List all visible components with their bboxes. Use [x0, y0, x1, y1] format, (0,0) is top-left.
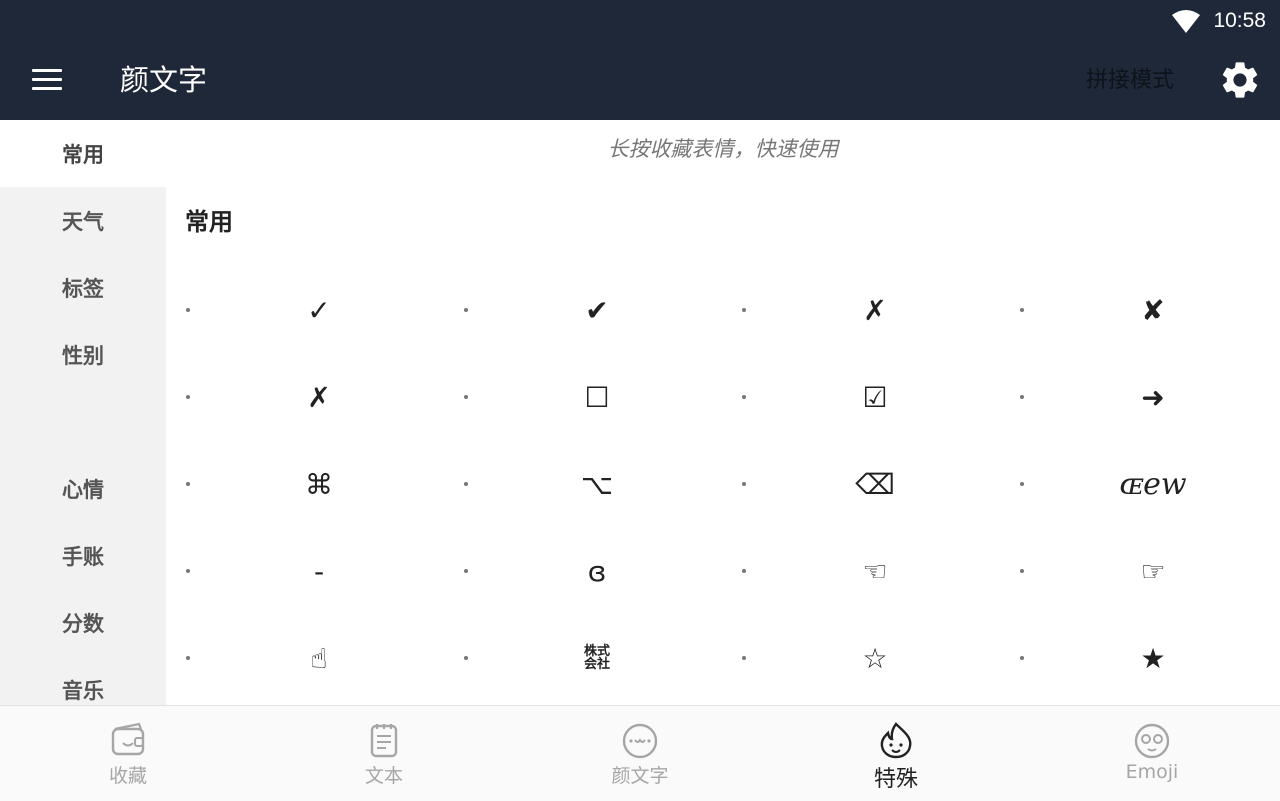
bullet-dot [1020, 482, 1024, 486]
section-title: 常用 [185, 208, 233, 236]
settings-button[interactable] [1218, 58, 1262, 102]
symbol-cell[interactable]: ✘ [1123, 280, 1183, 340]
bullet-dot [1020, 569, 1024, 573]
bullet-dot [1020, 395, 1024, 399]
page-title: 颜文字 [120, 63, 208, 97]
symbol-cell[interactable]: ⌫ [845, 454, 905, 514]
symbol-cell[interactable]: ☜ [845, 541, 905, 601]
bullet-dot [464, 656, 468, 660]
bullet-dot [742, 395, 746, 399]
bullet-dot [742, 482, 746, 486]
symbol-cell[interactable]: ★ [1123, 628, 1183, 688]
symbol-cell[interactable]: ☐ [567, 367, 627, 427]
sidebar-item-mood[interactable]: 心情 [0, 455, 166, 522]
symbol-cell[interactable]: ☝ [289, 628, 349, 688]
bottom-navigation: 收藏 文本 颜文字 特殊 Emoji [0, 705, 1280, 801]
gear-icon [1222, 62, 1258, 98]
bullet-dot [464, 308, 468, 312]
tab-label: 文本 [364, 765, 403, 787]
symbol-cell[interactable]: ➜ [1123, 367, 1183, 427]
tab-emoji[interactable]: Emoji [1024, 706, 1280, 801]
sidebar-item-tags[interactable]: 标签 [0, 254, 166, 321]
app-bar: 10:58 颜文字 拼接模式 [0, 0, 1280, 120]
symbol-cell[interactable]: ⌥ [567, 454, 627, 514]
symbol-cell[interactable]: ✔ [567, 280, 627, 340]
bullet-dot [464, 569, 468, 573]
hamburger-icon [32, 69, 62, 91]
tab-label: 特殊 [873, 767, 918, 792]
symbol-cell[interactable]: ɞ [567, 541, 627, 601]
tab-kaomoji[interactable]: 颜文字 [512, 706, 768, 801]
bullet-dot [464, 482, 468, 486]
symbol-cell[interactable]: ✗ [289, 367, 349, 427]
tab-label: 颜文字 [611, 765, 669, 787]
symbol-cell[interactable]: ✓ [289, 280, 349, 340]
bullet-dot [186, 395, 190, 399]
symbol-cell[interactable]: ☑ [845, 367, 905, 427]
sidebar-item-music[interactable]: 音乐 [0, 656, 166, 705]
tab-favorites[interactable]: 收藏 [0, 706, 256, 801]
sidebar-item-gender[interactable]: 性别 [0, 321, 166, 388]
kaomoji-face-icon [622, 723, 658, 759]
menu-button[interactable] [22, 58, 72, 102]
splice-mode-button[interactable]: 拼接模式 [1086, 64, 1174, 98]
bullet-dot [742, 569, 746, 573]
sidebar-item-score[interactable]: 分数 [0, 589, 166, 656]
bullet-dot [742, 308, 746, 312]
usage-hint: 长按收藏表情，快速使用 [607, 137, 839, 161]
bullet-dot [1020, 656, 1024, 660]
flame-face-icon [880, 722, 912, 759]
symbol-cell[interactable]: ɶew [1108, 454, 1198, 514]
bullet-dot [186, 482, 190, 486]
tab-label: 收藏 [108, 765, 147, 787]
category-sidebar[interactable]: 常用 天气 标签 性别 心情 手账 分数 音乐 [0, 120, 166, 705]
bullet-dot [186, 308, 190, 312]
tab-label: Emoji [1125, 761, 1179, 783]
symbol-cell[interactable]: - [289, 541, 349, 601]
sidebar-item-common[interactable]: 常用 [0, 120, 166, 187]
bullet-dot [1020, 308, 1024, 312]
sidebar-item-journal[interactable]: 手账 [0, 522, 166, 589]
tab-text[interactable]: 文本 [256, 706, 512, 801]
sidebar-item-weather[interactable]: 天气 [0, 187, 166, 254]
bullet-dot [742, 656, 746, 660]
symbol-cell[interactable]: ⌘ [289, 454, 349, 514]
symbol-cell[interactable]: ☆ [845, 628, 905, 688]
emoji-face-icon [1134, 723, 1170, 759]
wallet-icon [111, 722, 145, 756]
notes-icon [370, 724, 398, 758]
tab-special[interactable]: 特殊 [768, 706, 1024, 801]
wifi-icon [1172, 10, 1201, 33]
symbol-cell[interactable]: ✗ [845, 280, 905, 340]
symbol-cell[interactable]: ☞ [1123, 541, 1183, 601]
symbol-cell[interactable]: 株式会社 [567, 628, 627, 688]
clock: 10:58 [1213, 9, 1266, 32]
sidebar-item-blank[interactable] [0, 388, 166, 455]
status-bar: 10:58 [1171, 6, 1266, 36]
bullet-dot [186, 656, 190, 660]
bullet-dot [186, 569, 190, 573]
bullet-dot [464, 395, 468, 399]
